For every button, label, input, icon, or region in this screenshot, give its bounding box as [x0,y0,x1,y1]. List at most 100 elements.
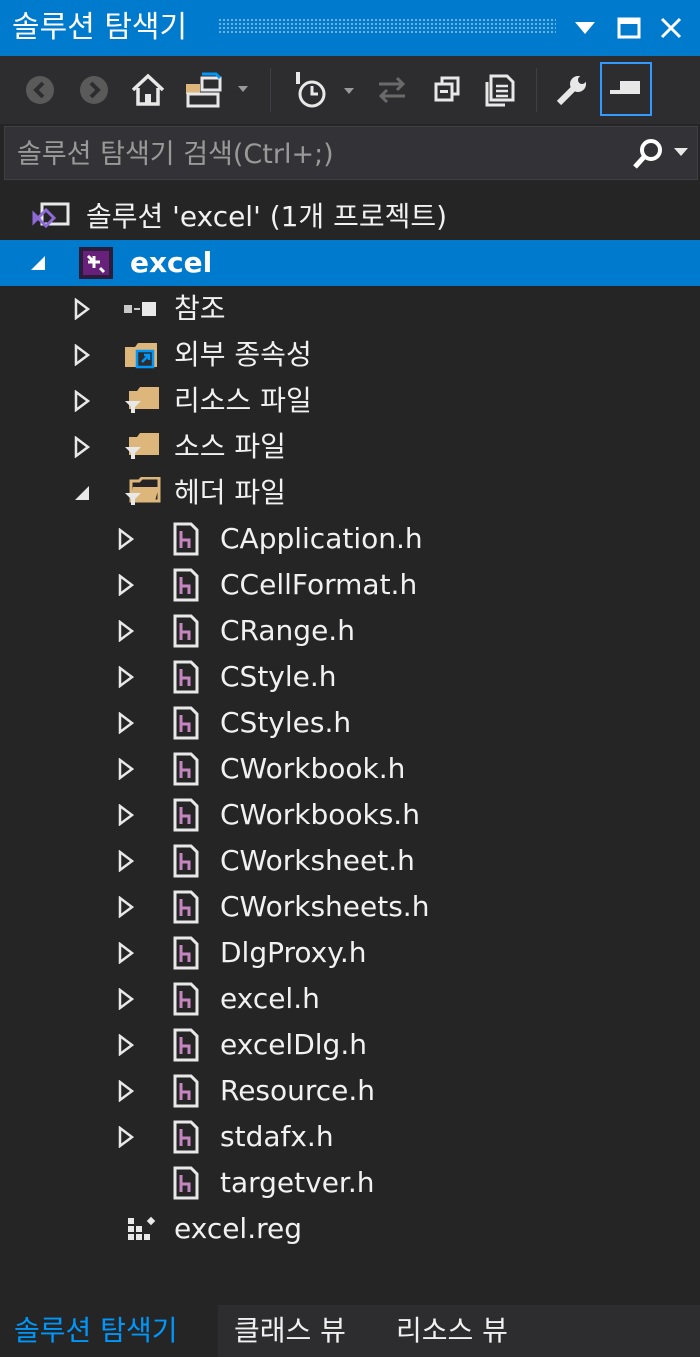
chevron-down-icon[interactable] [568,8,602,48]
title-bar: 솔루션 탐색기 [0,0,700,56]
header-file-label: targetver.h [220,1166,375,1199]
tree-row-header-file[interactable]: excel.h [0,976,700,1022]
tree-row-project[interactable]: excel [0,240,700,286]
tab-class-view[interactable]: 클래스 뷰 [234,1305,346,1357]
back-icon[interactable] [16,66,64,114]
external-dependencies-label: 외부 종속성 [174,338,312,371]
expand-arrow-icon[interactable] [70,386,94,416]
expand-arrow-icon[interactable] [70,432,94,462]
registry-file-icon [122,1210,162,1248]
maximize-icon[interactable] [610,8,648,48]
search-box [4,126,698,180]
header-file-icon [166,842,206,880]
collapse-all-icon[interactable] [422,66,470,114]
project-icon [76,244,116,282]
header-file-icon [166,1118,206,1156]
tree-row-header-file[interactable]: stdafx.h [0,1114,700,1160]
switch-views-icon[interactable] [180,66,252,114]
tree-row-header-files[interactable]: 헤더 파일 [0,470,700,516]
tree-row-resource-files[interactable]: 리소스 파일 [0,378,700,424]
header-files-label: 헤더 파일 [174,476,286,509]
forward-icon[interactable] [70,66,118,114]
tree-row-header-file[interactable]: CWorkbooks.h [0,792,700,838]
tree-row-header-file[interactable]: CWorkbook.h [0,746,700,792]
header-file-label: CWorksheet.h [220,844,415,877]
search-icon[interactable] [631,137,667,171]
project-label: excel [130,246,213,279]
header-file-icon [166,750,206,788]
header-file-label: CApplication.h [220,522,423,555]
solution-label: 솔루션 'excel' (1개 프로젝트) [86,200,448,233]
tree-row-header-file[interactable]: Resource.h [0,1068,700,1114]
search-options-chevron-icon[interactable] [673,143,693,163]
tree-row-header-file[interactable]: CRange.h [0,608,700,654]
toolbar [0,56,700,124]
expand-arrow-icon[interactable] [114,1076,138,1106]
expand-arrow-icon[interactable] [114,662,138,692]
header-file-label: CStyle.h [220,660,337,693]
bottom-tabs: 솔루션 탐색기 클래스 뷰 리소스 뷰 [0,1305,700,1357]
expand-arrow-icon[interactable] [114,938,138,968]
tree-row-reg-file[interactable]: excel.reg [0,1206,700,1252]
tree-row-header-file[interactable]: targetver.h [0,1160,700,1206]
tree-row-header-file[interactable]: CWorksheet.h [0,838,700,884]
sync-icon[interactable] [368,66,416,114]
drag-grip[interactable] [218,18,556,34]
filter-folder-icon [122,382,162,420]
expand-arrow-icon[interactable] [70,294,94,324]
expand-arrow-icon[interactable] [114,524,138,554]
show-all-files-icon[interactable] [476,66,524,114]
properties-icon[interactable] [548,66,596,114]
preview-selected-icon[interactable] [600,62,652,116]
home-icon[interactable] [124,66,172,114]
header-file-label: CWorkbook.h [220,752,406,785]
header-file-label: CStyles.h [220,706,352,739]
header-file-label: CWorkbooks.h [220,798,420,831]
expand-arrow-icon[interactable] [114,1122,138,1152]
header-file-icon [166,566,206,604]
tree-row-header-file[interactable]: DlgProxy.h [0,930,700,976]
expand-arrow-icon[interactable] [114,754,138,784]
tree-row-header-file[interactable]: CCellFormat.h [0,562,700,608]
header-file-icon [166,658,206,696]
tree-row-header-file[interactable]: CApplication.h [0,516,700,562]
header-file-icon [166,520,206,558]
header-file-icon [166,934,206,972]
expand-arrow-icon[interactable] [70,340,94,370]
expand-arrow-icon[interactable] [114,616,138,646]
header-file-icon [166,704,206,742]
tree-row-external-dependencies[interactable]: 외부 종속성 [0,332,700,378]
expand-arrow-icon[interactable] [114,892,138,922]
window-title: 솔루션 탐색기 [12,10,188,45]
header-file-label: stdafx.h [220,1120,334,1153]
expand-arrow-icon[interactable] [114,800,138,830]
resource-files-label: 리소스 파일 [174,384,312,417]
references-icon [120,290,160,328]
header-file-label: DlgProxy.h [220,936,367,969]
tree-row-header-file[interactable]: excelDlg.h [0,1022,700,1068]
expand-arrow-icon[interactable] [114,1030,138,1060]
expand-arrow-icon[interactable] [114,846,138,876]
tree-row-source-files[interactable]: 소스 파일 [0,424,700,470]
expand-arrow-icon[interactable] [114,708,138,738]
expand-arrow-icon[interactable] [114,984,138,1014]
search-input[interactable] [15,135,619,173]
header-file-icon [166,1026,206,1064]
tree-row-header-file[interactable]: CWorksheets.h [0,884,700,930]
tree-row-solution[interactable]: 솔루션 'excel' (1개 프로젝트) [0,194,700,240]
header-file-icon [166,1072,206,1110]
external-dependencies-folder-icon [122,336,162,374]
tree-row-references[interactable]: 참조 [0,286,700,332]
tab-resource-view[interactable]: 리소스 뷰 [396,1305,508,1357]
header-file-icon [166,980,206,1018]
pending-changes-filter-icon[interactable] [286,66,358,114]
collapse-arrow-icon[interactable] [26,248,50,278]
references-label: 참조 [174,292,226,325]
expand-arrow-icon[interactable] [114,570,138,600]
tab-solution-explorer[interactable]: 솔루션 탐색기 [0,1305,218,1357]
tree-row-header-file[interactable]: CStyle.h [0,654,700,700]
open-filter-folder-icon [122,474,162,512]
collapse-arrow-icon[interactable] [70,478,94,508]
tree-row-header-file[interactable]: CStyles.h [0,700,700,746]
close-icon[interactable] [652,8,690,48]
